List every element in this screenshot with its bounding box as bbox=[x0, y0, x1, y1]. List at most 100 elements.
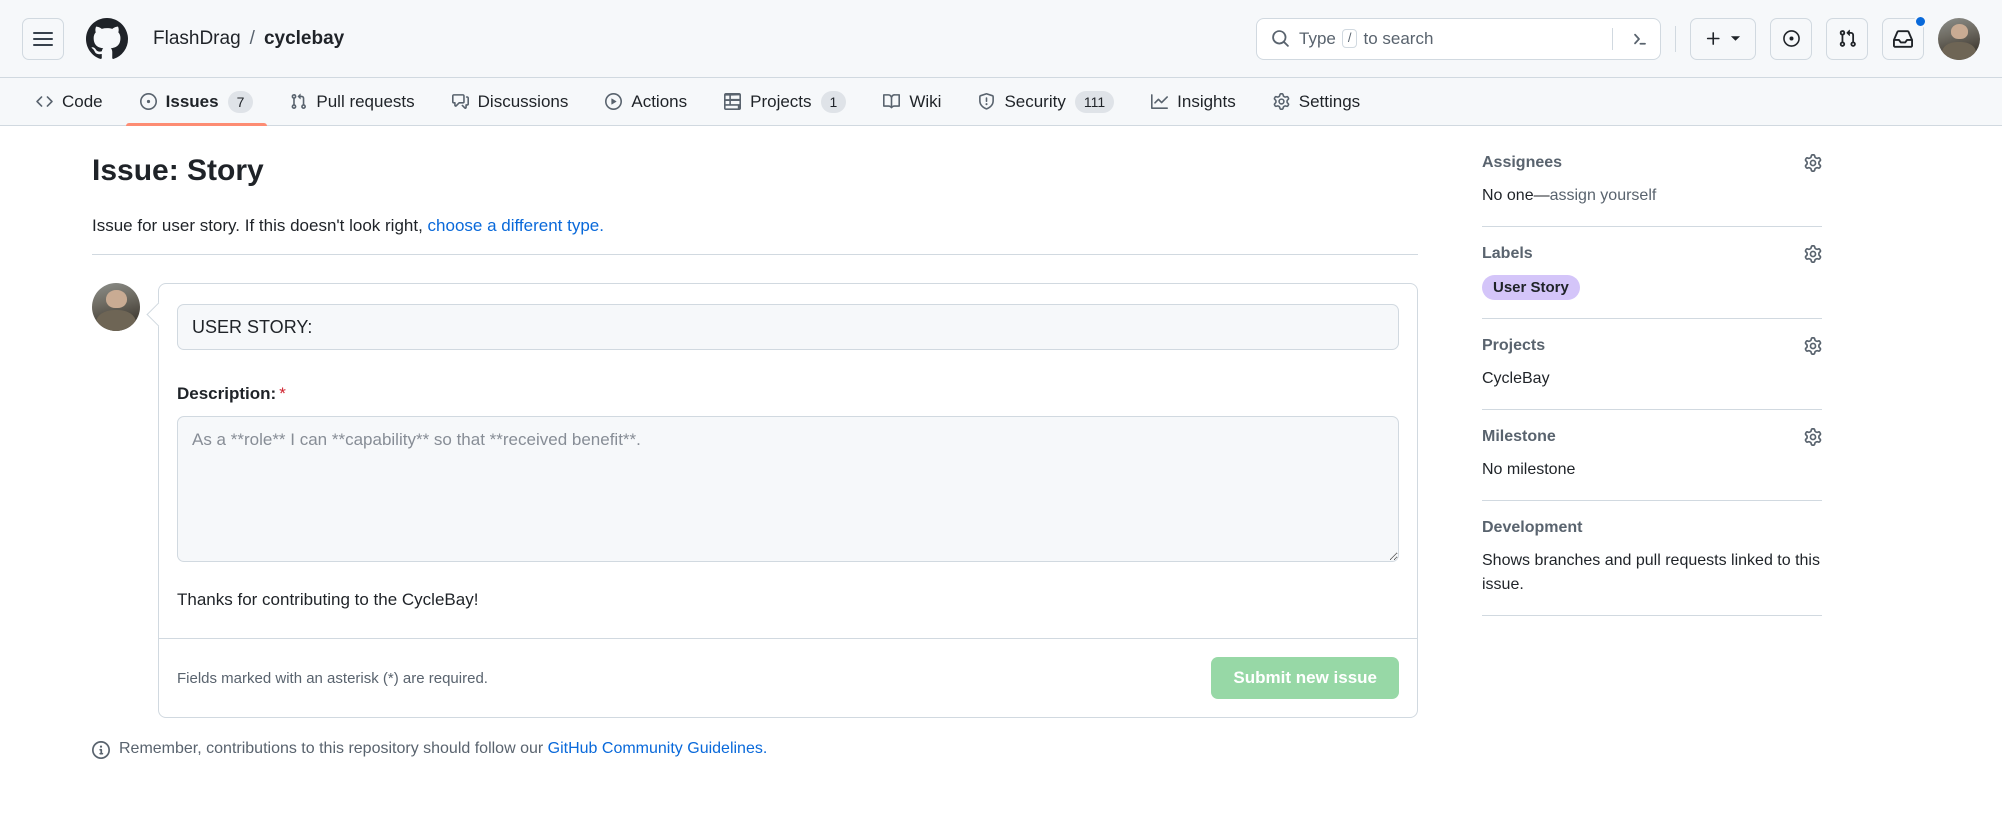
graph-icon bbox=[1151, 93, 1169, 110]
page-title: Issue: Story bbox=[92, 154, 264, 187]
subtitle-text: Issue for user story. If this doesn't lo… bbox=[92, 216, 423, 235]
sidebar-section-header: Projects bbox=[1482, 337, 1822, 355]
sidebar-section-labels: Labels User Story bbox=[1482, 245, 1822, 319]
community-guidelines-prefix: Remember, contributions to this reposito… bbox=[119, 740, 544, 757]
tab-settings[interactable]: Settings bbox=[1259, 78, 1374, 125]
search-slash-key: / bbox=[1341, 29, 1358, 48]
inbox-icon bbox=[1893, 29, 1913, 48]
description-textarea[interactable] bbox=[177, 416, 1399, 562]
tab-security-count: 111 bbox=[1074, 90, 1115, 113]
play-icon bbox=[605, 93, 623, 110]
code-icon bbox=[36, 93, 53, 110]
global-header: FlashDrag / cyclebay Type / to search bbox=[0, 0, 2002, 78]
issue-title-input[interactable] bbox=[177, 304, 1399, 350]
tab-projects-count: 1 bbox=[820, 90, 847, 113]
breadcrumb-separator: / bbox=[249, 27, 255, 49]
tab-issues-label: Issues bbox=[165, 91, 219, 111]
tab-pull-requests-label: Pull requests bbox=[316, 91, 415, 111]
notifications-button[interactable] bbox=[1882, 14, 1927, 60]
sidebar-section-development: Development Shows branches and pull requ… bbox=[1482, 519, 1822, 616]
tab-insights-label: Insights bbox=[1177, 91, 1236, 111]
header-divider bbox=[1675, 25, 1676, 52]
choose-different-type-link[interactable]: choose a different type. bbox=[428, 216, 604, 235]
repository-nav: Code Issues 7 Pull requests Discussions … bbox=[0, 78, 2002, 126]
search-icon bbox=[1271, 29, 1290, 48]
issue-type-subtitle: Issue for user story. If this doesn't lo… bbox=[92, 216, 1418, 255]
development-title: Development bbox=[1482, 519, 1583, 536]
hamburger-line bbox=[33, 31, 53, 34]
pull-requests-button[interactable] bbox=[1826, 17, 1868, 60]
tab-code[interactable]: Code bbox=[22, 78, 117, 125]
terminal-icon[interactable] bbox=[1630, 29, 1650, 49]
tab-insights[interactable]: Insights bbox=[1137, 78, 1250, 125]
milestone-body: No milestone bbox=[1482, 461, 1576, 478]
gear-icon[interactable] bbox=[1804, 245, 1822, 263]
search-placeholder-suffix: to search bbox=[1363, 28, 1434, 48]
breadcrumb-owner[interactable]: FlashDrag bbox=[153, 28, 241, 50]
sidebar-section-milestone: Milestone No milestone bbox=[1482, 428, 1822, 501]
tab-discussions-label: Discussions bbox=[477, 91, 569, 111]
avatar[interactable] bbox=[1938, 17, 1980, 60]
search-placeholder: Type / to search bbox=[1299, 29, 1603, 49]
milestone-title: Milestone bbox=[1482, 428, 1556, 445]
assignees-none-text: No one— bbox=[1482, 187, 1550, 204]
sidebar-section-assignees: Assignees No one—assign yourself bbox=[1482, 154, 1822, 227]
tab-settings-label: Settings bbox=[1298, 91, 1361, 111]
chevron-down-icon bbox=[1730, 36, 1741, 41]
tab-code-label: Code bbox=[62, 91, 103, 111]
projects-body: CycleBay bbox=[1482, 370, 1550, 387]
labels-title: Labels bbox=[1482, 245, 1533, 262]
comment-discussion-icon bbox=[451, 93, 469, 110]
git-pull-request-icon bbox=[290, 93, 307, 110]
create-new-button[interactable] bbox=[1690, 17, 1756, 60]
info-icon bbox=[92, 741, 110, 759]
tab-actions-label: Actions bbox=[631, 91, 688, 111]
sidebar-section-header: Assignees bbox=[1482, 154, 1822, 172]
gear-icon[interactable] bbox=[1804, 428, 1822, 446]
tab-issues[interactable]: Issues 7 bbox=[125, 78, 268, 126]
search-placeholder-prefix: Type bbox=[1299, 28, 1336, 48]
tab-actions[interactable]: Actions bbox=[591, 78, 701, 125]
sidebar-section-projects: Projects CycleBay bbox=[1482, 337, 1822, 410]
tab-wiki-label: Wiki bbox=[909, 91, 942, 111]
tab-projects[interactable]: Projects 1 bbox=[710, 78, 860, 125]
search-input[interactable]: Type / to search bbox=[1256, 17, 1661, 60]
tab-wiki[interactable]: Wiki bbox=[869, 78, 955, 125]
plus-icon bbox=[1706, 32, 1720, 45]
tab-security[interactable]: Security 111 bbox=[964, 78, 1128, 125]
gear-icon[interactable] bbox=[1804, 154, 1822, 172]
shield-icon bbox=[978, 93, 995, 110]
github-community-guidelines-link[interactable]: GitHub Community Guidelines. bbox=[548, 740, 768, 757]
tab-projects-label: Projects bbox=[750, 91, 812, 111]
github-logo[interactable] bbox=[86, 17, 128, 60]
breadcrumb: FlashDrag / cyclebay bbox=[153, 28, 344, 50]
book-icon bbox=[883, 93, 901, 110]
hamburger-menu-button[interactable] bbox=[22, 17, 64, 60]
description-label-text: Description: bbox=[177, 384, 277, 403]
labels-body: User Story bbox=[1482, 275, 1822, 300]
development-body: Shows branches and pull requests linked … bbox=[1482, 552, 1820, 593]
search-area: Type / to search bbox=[1256, 17, 1661, 60]
community-guidelines-text: Remember, contributions to this reposito… bbox=[119, 740, 767, 758]
tab-pull-requests[interactable]: Pull requests bbox=[276, 78, 428, 125]
required-asterisk: * bbox=[279, 384, 286, 403]
issue-sidebar: Assignees No one—assign yourself Labels … bbox=[1466, 154, 1886, 759]
sidebar-section-header: Labels bbox=[1482, 245, 1822, 263]
thanks-text: Thanks for contributing to the CycleBay! bbox=[177, 590, 479, 609]
community-guidelines-note: Remember, contributions to this reposito… bbox=[92, 740, 1418, 759]
page-body: Issue: Story Issue for user story. If th… bbox=[0, 126, 2002, 759]
issue-form-row: Description:* Thanks for contributing to… bbox=[92, 283, 1418, 718]
assign-yourself-link[interactable]: assign yourself bbox=[1550, 187, 1657, 204]
breadcrumb-repo[interactable]: cyclebay bbox=[264, 28, 344, 50]
tab-discussions[interactable]: Discussions bbox=[438, 78, 583, 125]
projects-title: Projects bbox=[1482, 337, 1546, 354]
submit-new-issue-button[interactable]: Submit new issue bbox=[1211, 657, 1399, 699]
gear-icon[interactable] bbox=[1804, 337, 1822, 355]
copilot-button[interactable] bbox=[1770, 17, 1812, 60]
status-badge[interactable]: User Story bbox=[1482, 275, 1580, 300]
assignees-body: No one—assign yourself bbox=[1482, 184, 1822, 208]
form-footer: Fields marked with an asterisk (*) are r… bbox=[159, 638, 1417, 717]
issue-opened-icon bbox=[139, 93, 157, 110]
copilot-icon bbox=[1782, 30, 1800, 47]
assignees-title: Assignees bbox=[1482, 154, 1563, 171]
